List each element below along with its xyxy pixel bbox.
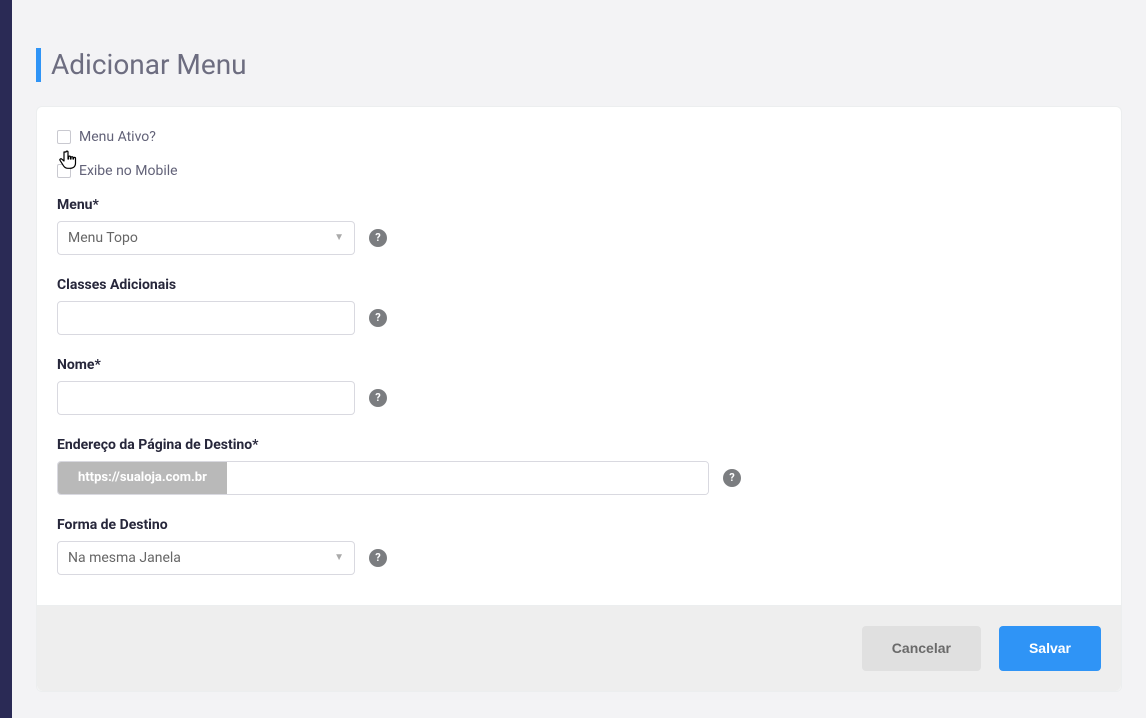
save-button[interactable]: Salvar — [999, 626, 1101, 671]
exibe-mobile-row: Exibe no Mobile — [57, 163, 1101, 179]
endereco-help-icon[interactable]: ? — [723, 469, 741, 487]
endereco-field-group: Endereço da Página de Destino* https://s… — [57, 437, 1101, 495]
menu-ativo-label: Menu Ativo? — [79, 129, 156, 145]
card-body: Menu Ativo? Exibe no Mobile Menu* Menu T… — [37, 107, 1121, 605]
destino-field-group: Forma de Destino Na mesma Janela ▼ ? — [57, 517, 1101, 575]
menu-ativo-checkbox[interactable] — [57, 130, 71, 144]
classes-field-group: Classes Adicionais ? — [57, 277, 1101, 335]
exibe-mobile-checkbox[interactable] — [57, 164, 71, 178]
menu-select-value: Menu Topo — [68, 230, 138, 246]
card-footer: Cancelar Salvar — [37, 605, 1121, 691]
content-area: Adicionar Menu Menu Ativo? Exibe no Mobi… — [12, 0, 1146, 718]
destino-field-row: Na mesma Janela ▼ ? — [57, 541, 1101, 575]
page-title-wrap: Adicionar Menu — [12, 0, 1146, 106]
nome-label: Nome* — [57, 357, 1101, 373]
form-card: Menu Ativo? Exibe no Mobile Menu* Menu T… — [36, 106, 1122, 692]
chevron-down-icon: ▼ — [334, 552, 344, 563]
nome-field-group: Nome* ? — [57, 357, 1101, 415]
classes-input[interactable] — [57, 301, 355, 335]
exibe-mobile-label: Exibe no Mobile — [79, 163, 178, 179]
menu-label: Menu* — [57, 197, 1101, 213]
nome-help-icon[interactable]: ? — [369, 389, 387, 407]
endereco-input-wrap: https://sualoja.com.br — [57, 461, 709, 495]
endereco-label: Endereço da Página de Destino* — [57, 437, 1101, 453]
endereco-field-row: https://sualoja.com.br ? — [57, 461, 1101, 495]
destino-help-icon[interactable]: ? — [369, 549, 387, 567]
chevron-down-icon: ▼ — [334, 232, 344, 243]
destino-select[interactable]: Na mesma Janela ▼ — [57, 541, 355, 575]
menu-field-group: Menu* Menu Topo ▼ ? — [57, 197, 1101, 255]
destino-select-value: Na mesma Janela — [68, 550, 181, 566]
menu-field-row: Menu Topo ▼ ? — [57, 221, 1101, 255]
endereco-input[interactable] — [227, 462, 708, 494]
classes-help-icon[interactable]: ? — [369, 309, 387, 327]
classes-label: Classes Adicionais — [57, 277, 1101, 293]
destino-label: Forma de Destino — [57, 517, 1101, 533]
menu-select[interactable]: Menu Topo ▼ — [57, 221, 355, 255]
sidebar-strip — [0, 0, 12, 718]
menu-ativo-row: Menu Ativo? — [57, 129, 1101, 145]
cancel-button[interactable]: Cancelar — [862, 626, 981, 671]
nome-input[interactable] — [57, 381, 355, 415]
endereco-prefix: https://sualoja.com.br — [58, 462, 227, 494]
nome-field-row: ? — [57, 381, 1101, 415]
classes-field-row: ? — [57, 301, 1101, 335]
page-title: Adicionar Menu — [36, 48, 1122, 82]
menu-help-icon[interactable]: ? — [369, 229, 387, 247]
